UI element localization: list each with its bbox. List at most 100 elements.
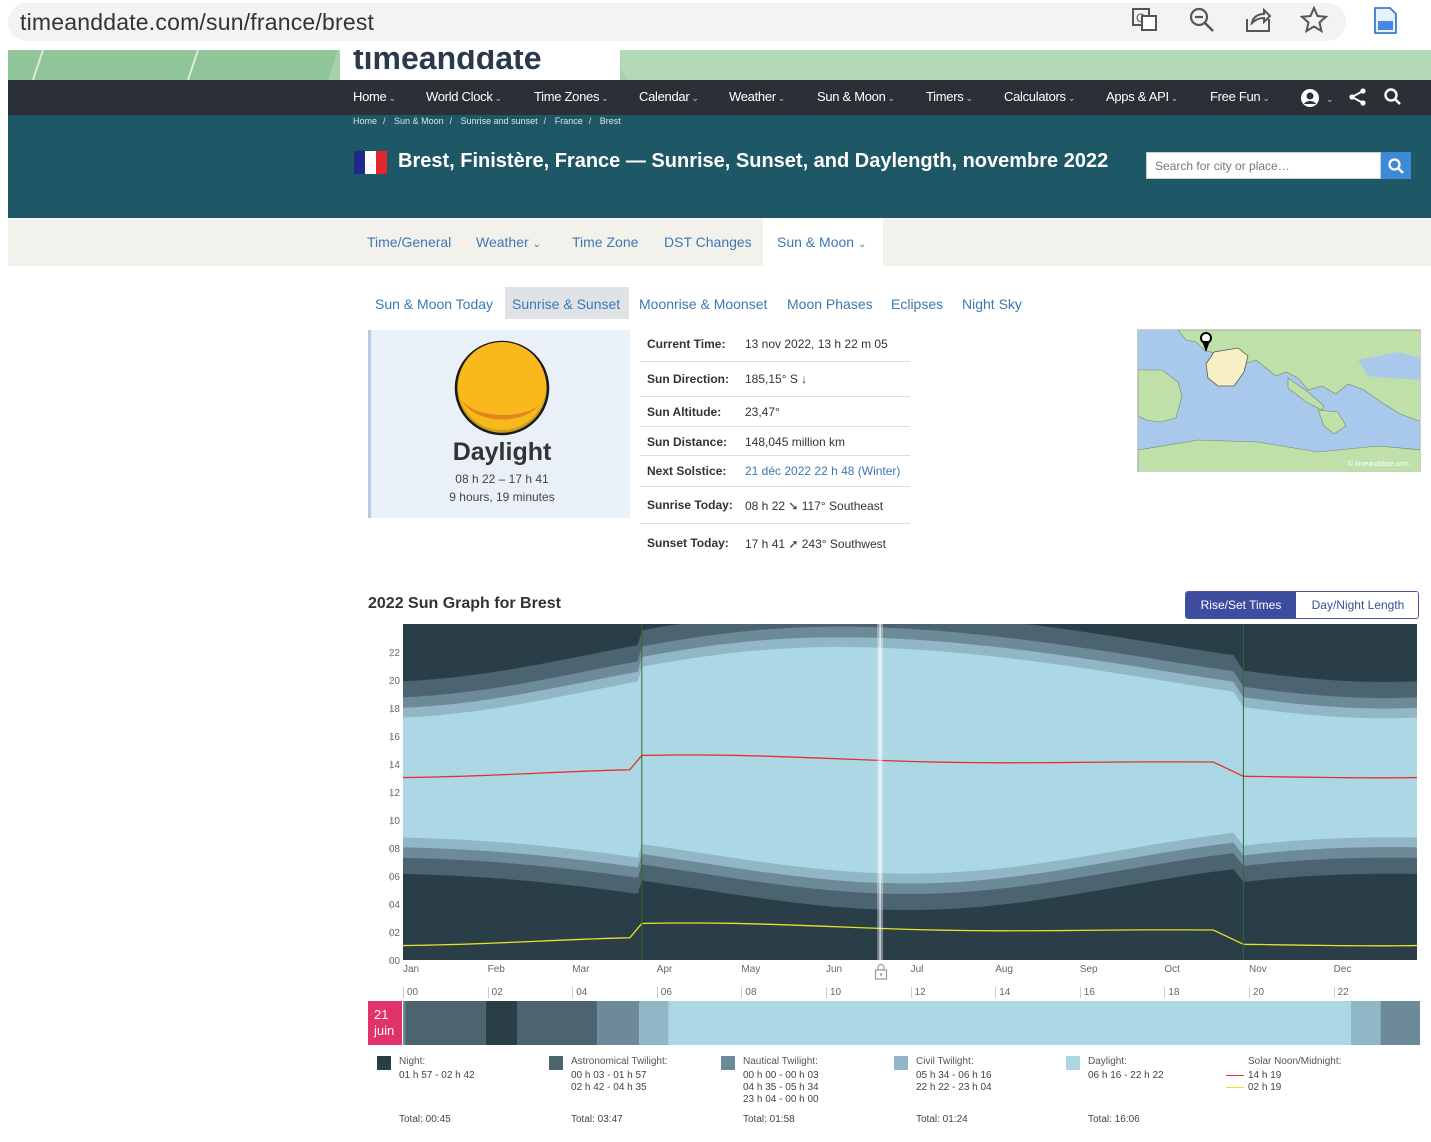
lock-icon[interactable] <box>874 963 888 981</box>
subnav-weather[interactable]: Weather ⌄ <box>476 234 541 250</box>
info-value: 17 h 41 ➚ 243° Southwest <box>745 537 886 551</box>
subnav-sun-moon[interactable]: Sun & Moon ⌄ <box>777 234 866 250</box>
tab-night-sky[interactable]: Night Sky <box>962 296 1022 312</box>
star-icon[interactable] <box>1299 5 1329 35</box>
subnav-dst-changes[interactable]: DST Changes <box>664 234 752 250</box>
nav-apps-api[interactable]: Apps & API ⌄ <box>1106 89 1178 104</box>
month-label: Jun <box>826 964 843 975</box>
legend-title: Daylight: <box>1088 1056 1127 1067</box>
legend-range: 14 h 19 <box>1226 1070 1281 1082</box>
info-label: Current Time: <box>647 337 726 351</box>
info-value: 23,47° <box>745 405 780 419</box>
legend-title: Night: <box>399 1056 426 1067</box>
chevron-down-icon: ⌄ <box>777 93 786 103</box>
breadcrumb-sun-moon[interactable]: Sun & Moon <box>394 116 444 126</box>
legend-range: 04 h 35 - 05 h 34 <box>743 1082 819 1093</box>
tab-moon-phases[interactable]: Moon Phases <box>787 296 873 312</box>
subnav-time-general[interactable]: Time/General <box>367 234 451 250</box>
chevron-down-icon: ⌄ <box>1262 93 1270 103</box>
info-row-sun-direction: Sun Direction: 185,15° S ↓ <box>640 362 910 397</box>
share-nodes-icon[interactable] <box>1348 87 1368 107</box>
zoom-icon[interactable] <box>1187 5 1217 35</box>
month-label: Jul <box>910 964 924 975</box>
next-solstice-link[interactable]: 21 déc 2022 22 h 48 (Winter) <box>745 464 900 478</box>
breadcrumb-brest[interactable]: Brest <box>600 116 621 126</box>
chevron-down-icon[interactable]: ⌄ <box>1324 90 1334 105</box>
main-navigation: Home ⌄ World Clock ⌄ Time Zones ⌄ Calendar ⌄… <box>8 80 1431 115</box>
legend-range: 22 h 22 - 23 h 04 <box>916 1082 992 1093</box>
info-label: Next Solstice: <box>647 464 727 478</box>
nav-calculators[interactable]: Calculators ⌄ <box>1004 89 1075 104</box>
breadcrumb-separator: / <box>588 116 592 126</box>
breadcrumb-france[interactable]: France <box>555 116 583 126</box>
europe-map-graphic <box>1138 330 1420 471</box>
subnav-label: Sun & Moon <box>777 234 855 250</box>
location-map[interactable]: © timeanddate.com <box>1137 329 1421 472</box>
legend-range: 00 h 03 - 01 h 57 <box>571 1070 647 1081</box>
info-value: 08 h 22 ➘ 117° Southeast <box>745 499 884 513</box>
url-text[interactable]: timeanddate.com/sun/france/brest <box>20 9 374 36</box>
nav-world-clock[interactable]: World Clock ⌄ <box>426 89 502 104</box>
search-input[interactable]: Search for city or place… <box>1146 152 1381 179</box>
nav-label: Time Zones <box>534 89 600 104</box>
legend-range: 23 h 04 - 00 h 00 <box>743 1094 819 1105</box>
nautical-twilight-segment <box>597 1001 640 1045</box>
user-icon[interactable] <box>1300 88 1320 108</box>
chevron-down-icon: ⌄ <box>691 93 699 103</box>
search-icon[interactable] <box>1383 87 1403 107</box>
nav-label: Timers <box>926 89 964 104</box>
nav-timers[interactable]: Timers ⌄ <box>926 89 973 104</box>
nautical-twilight-segment <box>403 1001 406 1045</box>
extension-icon[interactable] <box>1370 5 1400 35</box>
translate-icon[interactable]: G <box>1130 5 1160 35</box>
month-label: Oct <box>1164 964 1180 975</box>
nav-label: Calculators <box>1004 89 1066 104</box>
graph-title: 2022 Sun Graph for Brest <box>368 595 561 612</box>
month-label: May <box>741 964 761 975</box>
daylight-segment <box>668 1001 1351 1045</box>
breadcrumb-home[interactable]: Home <box>353 116 377 126</box>
tab-eclipses[interactable]: Eclipses <box>891 296 943 312</box>
nav-label: Weather <box>729 89 776 104</box>
nav-time-zones[interactable]: Time Zones ⌄ <box>534 89 609 104</box>
nav-calendar[interactable]: Calendar ⌄ <box>639 89 699 104</box>
share-icon[interactable] <box>1243 5 1273 35</box>
search-button[interactable] <box>1381 152 1411 179</box>
graph-view-toggle: Rise/Set Times Day/Night Length <box>1185 591 1419 619</box>
hour-tick-label: 20 <box>1249 987 1264 998</box>
page-title: Brest, Finistère, France — Sunrise, Suns… <box>398 150 1109 172</box>
nav-sun-moon[interactable]: Sun & Moon ⌄ <box>817 89 895 104</box>
legend-item: Civil Twilight: 05 h 34 - 06 h 16 22 h 22 … <box>894 1056 1059 1131</box>
civil-twilight-segment <box>1350 1001 1381 1045</box>
legend-item: Solar Noon/Midnight: 14 h 19 02 h 19 <box>1226 1056 1391 1131</box>
location-subnav: Time/General Weather ⌄ Time Zone DST Cha… <box>8 218 1431 266</box>
nav-home[interactable]: Home ⌄ <box>353 89 396 104</box>
sun-icon <box>454 340 550 436</box>
map-credit: © timeanddate.com <box>1348 461 1409 468</box>
chevron-down-icon: ⌄ <box>388 93 396 103</box>
info-value: 185,15° S ↓ <box>745 372 808 386</box>
toggle-rise-set-times[interactable]: Rise/Set Times <box>1186 592 1296 618</box>
toggle-day-night-length[interactable]: Day/Night Length <box>1296 592 1418 618</box>
daylight-area <box>641 647 1244 874</box>
site-logo[interactable]: timeanddate <box>353 50 541 77</box>
subnav-time-zone[interactable]: Time Zone <box>572 234 638 250</box>
nav-weather[interactable]: Weather ⌄ <box>729 89 785 104</box>
tab-moonrise-moonset[interactable]: Moonrise & Moonset <box>639 296 767 312</box>
selected-month: juin <box>374 1023 395 1038</box>
day-timeline-strip[interactable] <box>403 1001 1420 1045</box>
nav-free-fun[interactable]: Free Fun ⌄ <box>1210 89 1270 104</box>
legend-swatch <box>894 1056 908 1070</box>
legend-item: Nautical Twilight: 00 h 00 - 00 h 03 04 h … <box>721 1056 886 1131</box>
sun-graph-chart[interactable]: 222018161412100806040200 <box>368 622 1420 964</box>
breadcrumb: Home / Sun & Moon / Sunrise and sunset / Fr… <box>353 116 627 126</box>
info-value: 13 nov 2022, 13 h 22 m 05 <box>745 337 888 351</box>
astronomical-twilight-segment <box>405 1001 486 1045</box>
tab-sunrise-sunset[interactable]: Sunrise & Sunset <box>512 296 620 312</box>
breadcrumb-sunrise-sunset[interactable]: Sunrise and sunset <box>461 116 538 126</box>
legend-range: 05 h 34 - 06 h 16 <box>916 1070 992 1081</box>
tab-sun-moon-today[interactable]: Sun & Moon Today <box>375 296 493 312</box>
month-label: Feb <box>487 964 505 975</box>
hour-tick-label: 10 <box>826 987 841 998</box>
month-label: Mar <box>572 964 590 975</box>
